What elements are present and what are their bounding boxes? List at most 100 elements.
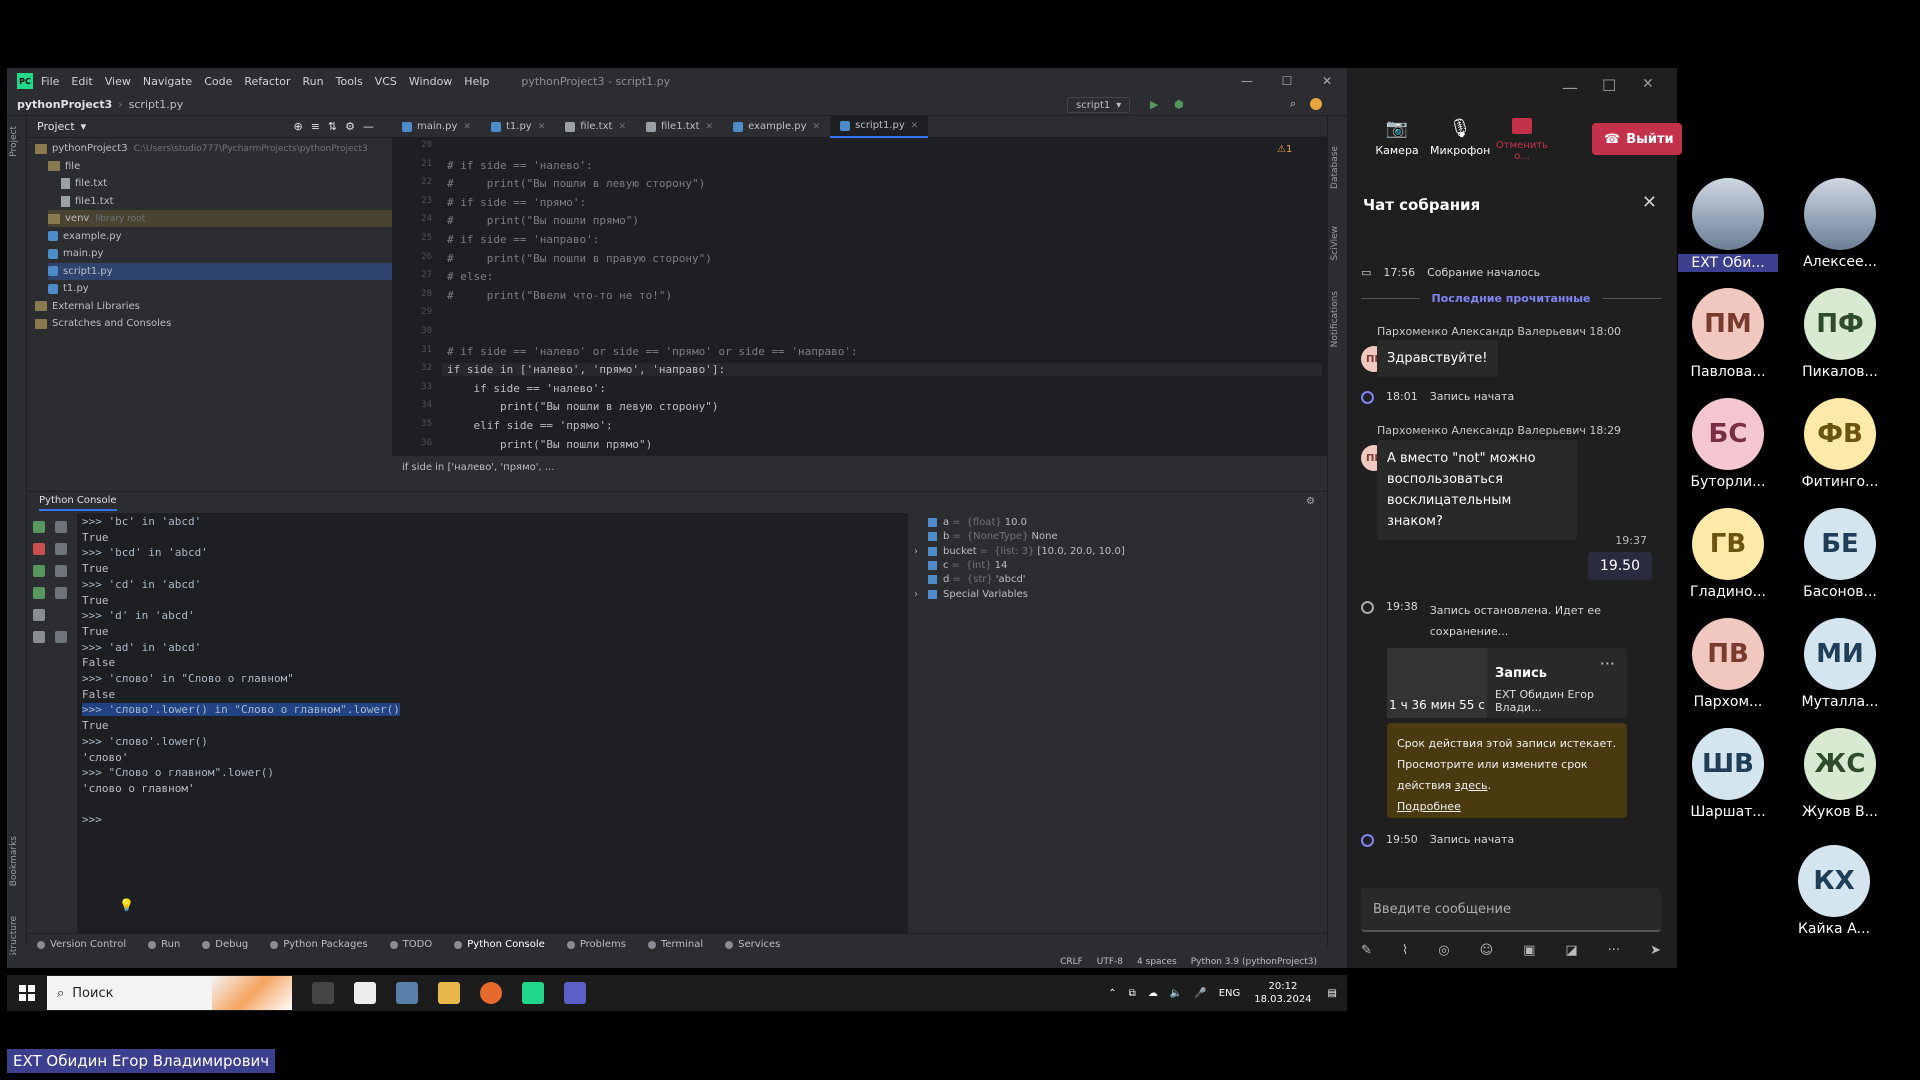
tool-window-button[interactable]: Version Control xyxy=(37,939,126,950)
gif-icon[interactable]: ▣ xyxy=(1523,943,1535,963)
show-vars-icon[interactable] xyxy=(55,587,67,599)
expand-icon[interactable]: › xyxy=(914,589,918,600)
tool-window-button[interactable]: TODO xyxy=(389,939,432,950)
editor-tab[interactable]: t1.py ✕ xyxy=(481,116,555,138)
scroll-end-icon[interactable] xyxy=(55,543,67,555)
code-line[interactable]: if side == 'налево': xyxy=(447,382,605,395)
code-line[interactable]: # print("Вы пошли в правую сторону") xyxy=(447,252,712,265)
tree-item[interactable]: External Libraries xyxy=(35,298,140,315)
console-output-line[interactable]: False xyxy=(82,688,115,701)
participant-tile[interactable]: ФВ Фитинго... xyxy=(1790,398,1890,490)
tool-window-button[interactable]: Python Packages xyxy=(270,939,368,950)
participant-tile[interactable]: ГВ Гладино... xyxy=(1678,508,1778,600)
tree-item[interactable]: venv library root xyxy=(48,210,392,227)
tool-window-button[interactable]: Debug xyxy=(202,939,248,950)
participant-tile[interactable]: ПМ Павлова... xyxy=(1678,288,1778,380)
project-pane-title[interactable]: Project xyxy=(37,120,75,133)
variable-row[interactable]: › bucket = {list: 3} [10.0, 20.0, 10.0] xyxy=(914,546,1125,557)
gear-icon[interactable]: ⚙ xyxy=(1306,496,1315,510)
clock[interactable]: 20:12 18.03.2024 xyxy=(1254,980,1311,1006)
console-input-line[interactable]: >>> 'слово' in "Слово о главном" xyxy=(82,672,294,685)
message-bubble[interactable]: Здравствуйте! xyxy=(1377,340,1498,377)
mic-button[interactable]: 🎙 Микрофон xyxy=(1430,118,1490,157)
taskbar-search[interactable]: ⌕ Поиск xyxy=(47,976,292,1010)
network-icon[interactable]: ⧉ xyxy=(1129,988,1136,999)
console-input-line[interactable]: >>> "Слово о главном".lower() xyxy=(82,766,274,779)
notification-center-icon[interactable]: ▤ xyxy=(1328,988,1337,999)
variable-row[interactable]: b = {NoneType} None xyxy=(928,531,1058,542)
participant-tile[interactable]: БЕ Басонов... xyxy=(1790,508,1890,600)
participant-tile[interactable]: EXT Оби... xyxy=(1678,178,1778,272)
minimize-icon[interactable]: — xyxy=(1562,78,1578,97)
breadcrumb-file[interactable]: script1.py xyxy=(129,98,184,111)
firefox-icon[interactable] xyxy=(480,982,502,1004)
status-item[interactable]: CRLF xyxy=(1060,957,1083,967)
onedrive-icon[interactable]: ☁ xyxy=(1148,988,1158,999)
console-output-line[interactable]: True xyxy=(82,719,109,732)
more-icon[interactable]: ··· xyxy=(1608,943,1620,963)
code-line[interactable]: # if side == 'направо': xyxy=(447,233,599,246)
editor-breadcrumb-item[interactable]: if side in ['налево', 'прямо', ... xyxy=(402,462,554,473)
tree-item[interactable]: file1.txt xyxy=(61,193,114,210)
code-line[interactable]: # print("Ввели что-то не то!") xyxy=(447,289,672,302)
menu-tools[interactable]: Tools xyxy=(336,75,363,88)
task-view-icon[interactable] xyxy=(312,982,334,1004)
console-output-line[interactable]: 'слово' xyxy=(82,751,128,764)
cancel-share-button[interactable]: Отменить о... xyxy=(1492,118,1552,162)
code-area[interactable]: # if side == 'налево': # print("Вы пошли … xyxy=(392,138,1327,456)
participant-tile[interactable]: ЖС Жуков В... xyxy=(1790,728,1890,820)
pycharm-taskbar-icon[interactable] xyxy=(522,982,544,1004)
tree-item[interactable]: t1.py xyxy=(48,280,89,297)
python-console-tab[interactable]: Python Console xyxy=(39,495,117,511)
console-output-line[interactable]: True xyxy=(82,531,109,544)
soft-wrap-icon[interactable] xyxy=(55,521,67,533)
close-tab-icon[interactable]: ✕ xyxy=(538,122,546,132)
code-line[interactable]: # print("Вы пошли в левую сторону") xyxy=(447,177,705,190)
console-input-line[interactable]: >>> xyxy=(82,813,102,826)
tool-window-button[interactable]: Run xyxy=(148,939,180,950)
settings-icon[interactable] xyxy=(33,609,45,621)
menu-code[interactable]: Code xyxy=(204,75,232,88)
close-icon[interactable]: ✕ xyxy=(1307,68,1347,94)
status-item[interactable]: Python 3.9 (pythonProject3) xyxy=(1191,957,1317,967)
database-tool-label[interactable]: Database xyxy=(1330,146,1340,189)
participant-tile[interactable]: ПФ Пикалов... xyxy=(1790,288,1890,380)
tree-item[interactable]: file xyxy=(48,158,80,175)
run-config-selector[interactable]: script1 ▾ xyxy=(1067,97,1131,113)
menu-view[interactable]: View xyxy=(105,75,131,88)
menu-edit[interactable]: Edit xyxy=(71,75,92,88)
participant-tile[interactable]: МИ Муталла... xyxy=(1790,618,1890,710)
language-indicator[interactable]: ENG xyxy=(1219,988,1241,999)
code-line[interactable]: elif side == 'прямо': xyxy=(447,419,612,432)
warning-count[interactable]: ⚠1 xyxy=(1277,144,1292,155)
lightbulb-icon[interactable]: 💡 xyxy=(119,898,134,912)
tree-item[interactable]: Scratches and Consoles xyxy=(35,315,171,332)
project-tool-label[interactable]: Project xyxy=(9,126,19,157)
windows-start-icon[interactable] xyxy=(19,985,35,1001)
notifications-tool-label[interactable]: Notifications xyxy=(1330,291,1340,347)
code-line[interactable]: print("Вы пошли в левую сторону") xyxy=(447,400,719,413)
tree-item[interactable]: file.txt xyxy=(61,175,107,192)
close-tab-icon[interactable]: ✕ xyxy=(813,122,821,132)
chevron-up-icon[interactable]: ⌃ xyxy=(1108,988,1116,999)
participant-tile[interactable]: ШВ Шаршат... xyxy=(1678,728,1778,820)
expand-icon[interactable]: › xyxy=(914,546,918,557)
maximize-icon[interactable]: ☐ xyxy=(1602,76,1616,95)
emoji-icon[interactable]: ☺ xyxy=(1480,943,1494,963)
sticker-icon[interactable]: ◪ xyxy=(1565,943,1577,963)
calculator-icon[interactable] xyxy=(396,982,418,1004)
recording-card[interactable]: 1 ч 36 мин 55 с Запись EXT Обидин Егор В… xyxy=(1387,648,1627,718)
menu-run[interactable]: Run xyxy=(303,75,324,88)
close-chat-icon[interactable]: ✕ xyxy=(1642,192,1657,213)
console-output-line[interactable]: True xyxy=(82,625,109,638)
stop-icon[interactable] xyxy=(33,543,45,555)
my-message-bubble[interactable]: 19.50 xyxy=(1587,552,1652,580)
variable-row[interactable]: c = {int} 14 xyxy=(928,560,1007,571)
send-icon[interactable]: ➤ xyxy=(1650,943,1661,963)
breadcrumb-project[interactable]: pythonProject3 xyxy=(17,98,112,111)
teams-taskbar-icon[interactable] xyxy=(564,982,586,1004)
attach-icon[interactable]: ⌇ xyxy=(1402,943,1408,963)
more-options-icon[interactable]: ··· xyxy=(1600,654,1615,673)
structure-tool-label[interactable]: Structure xyxy=(9,916,19,958)
chevron-down-icon[interactable]: ▾ xyxy=(81,120,87,133)
